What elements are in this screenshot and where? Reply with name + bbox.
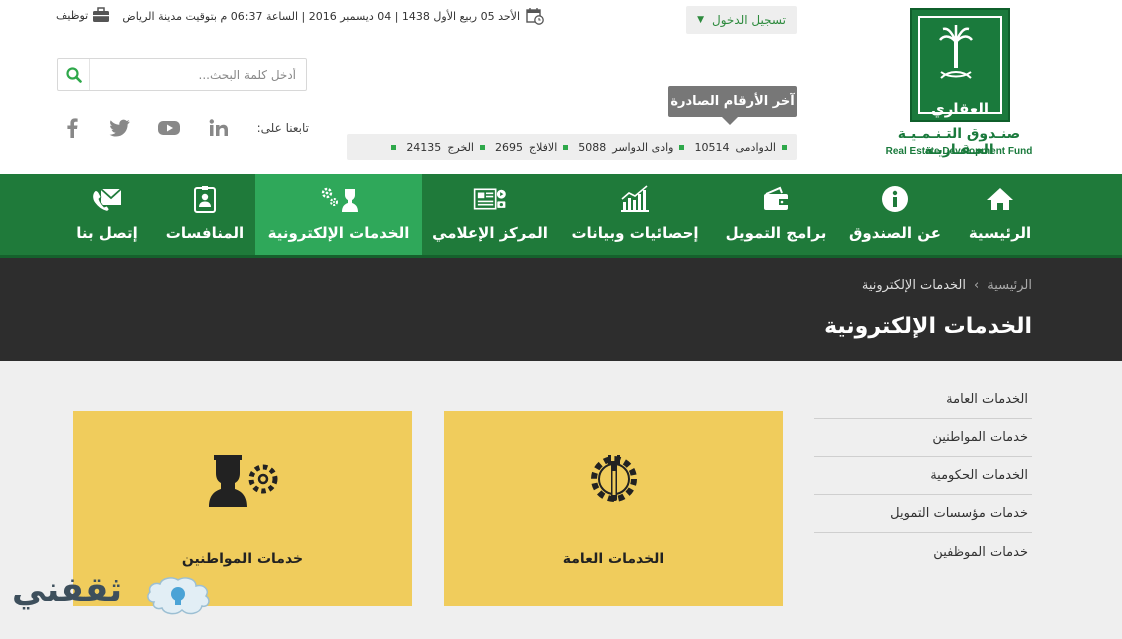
search-button[interactable] — [58, 59, 90, 90]
search-box — [57, 58, 307, 91]
date-text: الأحد 05 ربيع الأول 1438 | 04 ديسمبر 201… — [122, 9, 520, 23]
follow-label: تابعنا على: — [256, 121, 309, 135]
lightbulb-bubble-icon — [147, 577, 210, 615]
card-label: خدمات المواطنين — [181, 551, 304, 567]
search-icon — [65, 66, 82, 83]
nav-label: المنافسات — [165, 224, 245, 242]
youtube-icon[interactable] — [157, 117, 181, 139]
social-links: تابعنا على: — [57, 115, 309, 141]
logo-emblem-text: العقاري — [930, 100, 990, 118]
nav-label: إتصل بنا — [76, 224, 138, 242]
search-input[interactable] — [90, 59, 306, 90]
facebook-icon[interactable] — [60, 117, 84, 139]
sidebar-item-government-services[interactable]: الخدمات الحكومية — [814, 457, 1032, 495]
e-services-icon — [317, 184, 361, 214]
gears-tools-icon — [569, 447, 659, 511]
sidebar-item-general-services[interactable]: الخدمات العامة — [814, 381, 1032, 419]
caret-down-icon: ▼ — [697, 15, 704, 25]
jobs-label: توظيف — [56, 8, 89, 22]
nav-label: المركز الإعلامي — [432, 224, 548, 242]
services-sidebar: الخدمات العامة خدمات المواطنين الخدمات ا… — [814, 381, 1032, 571]
breadcrumb-separator: › — [974, 278, 980, 293]
nav-item-statistics[interactable]: إحصائيات وبيانات — [560, 174, 710, 255]
media-icon — [473, 184, 507, 214]
date-time-line: الأحد 05 ربيع الأول 1438 | 04 ديسمبر 201… — [120, 7, 544, 25]
login-label: تسجيل الدخول — [711, 13, 786, 27]
latest-numbers-tip: آخر الأرقام الصادرة — [668, 86, 797, 125]
latest-numbers-ticker: الدوادمى 10514 وادى الدواسر 5088 الافلاج 26… — [347, 134, 797, 160]
nav-item-tenders[interactable]: المنافسات — [160, 174, 250, 255]
fund-logo[interactable]: العقاري صنـدوق التـنـمـيـة العـقـاريـة R… — [866, 8, 1052, 160]
ticker-item: الافلاج 2695 — [495, 141, 569, 154]
nav-item-about[interactable]: عن الصندوق — [840, 174, 950, 255]
ticker-item: الخرج 24135 — [406, 141, 485, 154]
nav-item-home[interactable]: الرئيسية — [955, 174, 1045, 255]
breadcrumb-current: الخدمات الإلكترونية — [861, 278, 967, 293]
home-icon — [983, 184, 1017, 214]
wallet-icon — [759, 184, 793, 214]
card-label: الخدمات العامة — [562, 551, 665, 567]
breadcrumb-home[interactable]: الرئيسية — [987, 278, 1032, 293]
nav-label: إحصائيات وبيانات — [571, 224, 699, 242]
nav-label: الرئيسية — [968, 224, 1032, 242]
ticker-item: الدوادمى 10514 — [694, 141, 787, 154]
info-icon — [878, 184, 912, 214]
twitter-icon[interactable] — [108, 117, 132, 139]
main-nav: الرئيسية عن الصندوق برامج التمويل إحصائي… — [0, 174, 1122, 258]
nav-label: عن الصندوق — [848, 224, 942, 242]
ticker-item — [391, 144, 397, 150]
nav-item-contact[interactable]: إتصل بنا — [62, 174, 152, 255]
nav-item-media[interactable]: المركز الإعلامي — [425, 174, 555, 255]
page-title: الخدمات الإلكترونية — [824, 314, 1032, 339]
breadcrumb: الرئيسية › الخدمات الإلكترونية — [862, 278, 1032, 293]
logo-name-english: Real Estate Development Fund — [885, 146, 1033, 157]
sidebar-item-finance-institutions[interactable]: خدمات مؤسسات التمويل — [814, 495, 1032, 533]
chart-icon — [618, 184, 652, 214]
citizen-gear-icon — [198, 447, 288, 511]
nav-item-finance[interactable]: برامج التمويل — [716, 174, 836, 255]
ticker-item: وادى الدواسر 5088 — [578, 141, 685, 154]
jobs-link[interactable]: توظيف — [56, 6, 110, 24]
site-header: العقاري صنـدوق التـنـمـيـة العـقـاريـة R… — [0, 0, 1122, 174]
sidebar-item-employee-services[interactable]: خدمات الموظفين — [814, 533, 1032, 571]
general-services-card[interactable]: الخدمات العامة — [444, 411, 783, 606]
briefcase-icon — [93, 7, 110, 22]
login-button[interactable]: تسجيل الدخول ▼ — [686, 6, 797, 34]
badge-icon — [188, 184, 222, 214]
linkedin-icon[interactable] — [207, 117, 231, 139]
logo-emblem: العقاري — [910, 8, 1010, 122]
nav-label: الخدمات الإلكترونية — [267, 224, 410, 242]
nav-item-e-services[interactable]: الخدمات الإلكترونية — [255, 174, 422, 255]
calendar-clock-icon — [526, 8, 544, 25]
sidebar-item-citizen-services[interactable]: خدمات المواطنين — [814, 419, 1032, 457]
site-watermark: ثقفني — [12, 570, 212, 634]
contact-icon — [90, 184, 124, 214]
palm-swords-icon — [939, 25, 973, 79]
nav-label: برامج التمويل — [725, 224, 827, 242]
page-header: الرئيسية › الخدمات الإلكترونية الخدمات ا… — [0, 258, 1122, 361]
watermark-text: ثقفني — [12, 570, 122, 610]
